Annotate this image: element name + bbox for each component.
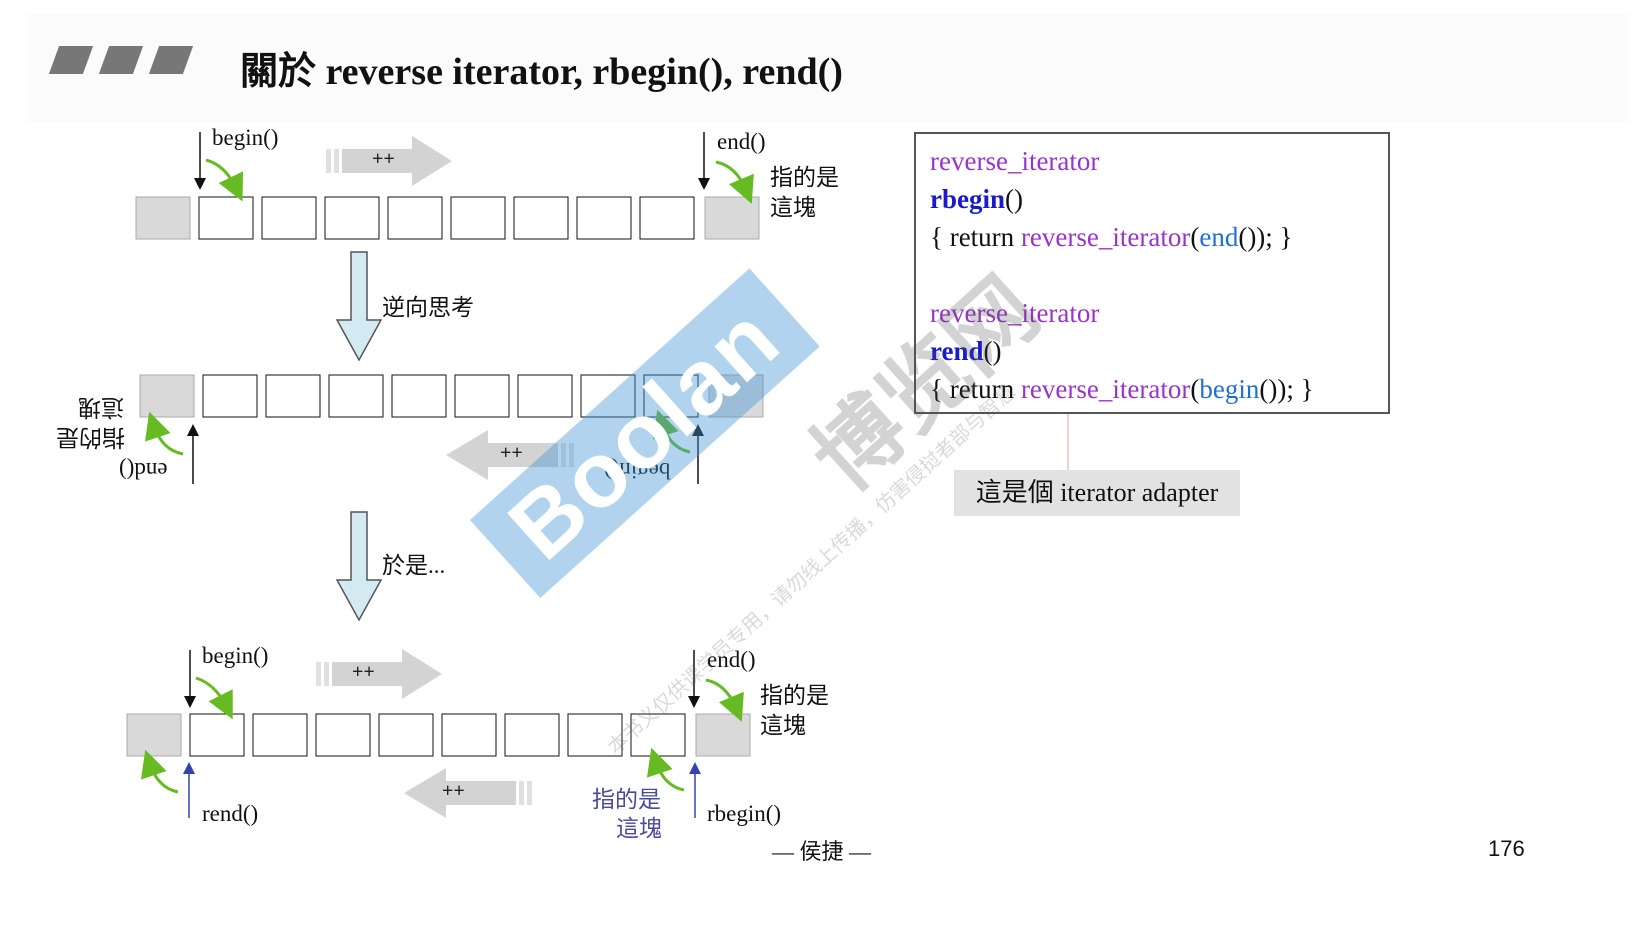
row1-begin-label: begin() (212, 125, 279, 150)
row1-cells (135, 196, 760, 240)
row3-rend-label: rend() (202, 801, 259, 826)
row3-rbegin-label: rbegin() (707, 801, 782, 826)
code-close: ()); } (1259, 374, 1314, 404)
row3-top-increment-arrow (316, 649, 442, 699)
row3-begin-label: begin() (202, 643, 269, 668)
code-begin-call: begin (1199, 374, 1260, 404)
row3-end-points-to-line2: 這塊 (760, 713, 806, 738)
think-reverse-label: 逆向思考 (382, 295, 474, 320)
row2-points-to-line2: 這塊 (78, 395, 124, 420)
code-open: ( (1190, 374, 1200, 404)
row1-end-label: end() (717, 129, 766, 154)
row3-rbegin-points-to-line2: 這塊 (616, 816, 662, 841)
code-open: ( (1190, 222, 1200, 252)
row3-top-increment-label: ++ (352, 661, 375, 683)
row2-end-label: end() (119, 458, 168, 483)
author-credit: — 侯捷 — (772, 839, 872, 864)
code-ctor: reverse_iterator (1020, 374, 1191, 404)
code-rbegin-return-type: reverse_iterator (930, 146, 1100, 176)
code-ctor: reverse_iterator (1020, 222, 1191, 252)
code-rbegin-signature: rbegin() (930, 184, 1023, 215)
row1-increment-label: ++ (372, 148, 395, 170)
code-rbegin-name: rbegin (930, 184, 1006, 214)
row2-points-to-line1: 指的是 (56, 425, 125, 450)
row2-increment-label: ++ (500, 442, 523, 464)
row1-points-to-line2: 這塊 (770, 195, 816, 220)
code-rbegin-paren: () (1005, 184, 1023, 214)
code-end-call: end (1199, 222, 1239, 252)
adapter-note: 這是個 iterator adapter (954, 470, 1240, 516)
code-close: ()); } (1238, 222, 1293, 252)
therefore-label: 於是... (382, 553, 446, 578)
row3-bottom-increment-label: ++ (442, 780, 465, 802)
row3-rbegin-points-to-line1: 指的是 (592, 787, 661, 812)
code-rbegin-body: { return reverse_iterator(end()); } (930, 222, 1293, 253)
row3-end-points-to-line1: 指的是 (760, 683, 829, 708)
row3-bottom-increment-arrow (404, 768, 532, 818)
row1-points-to-line1: 指的是 (770, 165, 839, 190)
page-number: 176 (1488, 836, 1525, 861)
